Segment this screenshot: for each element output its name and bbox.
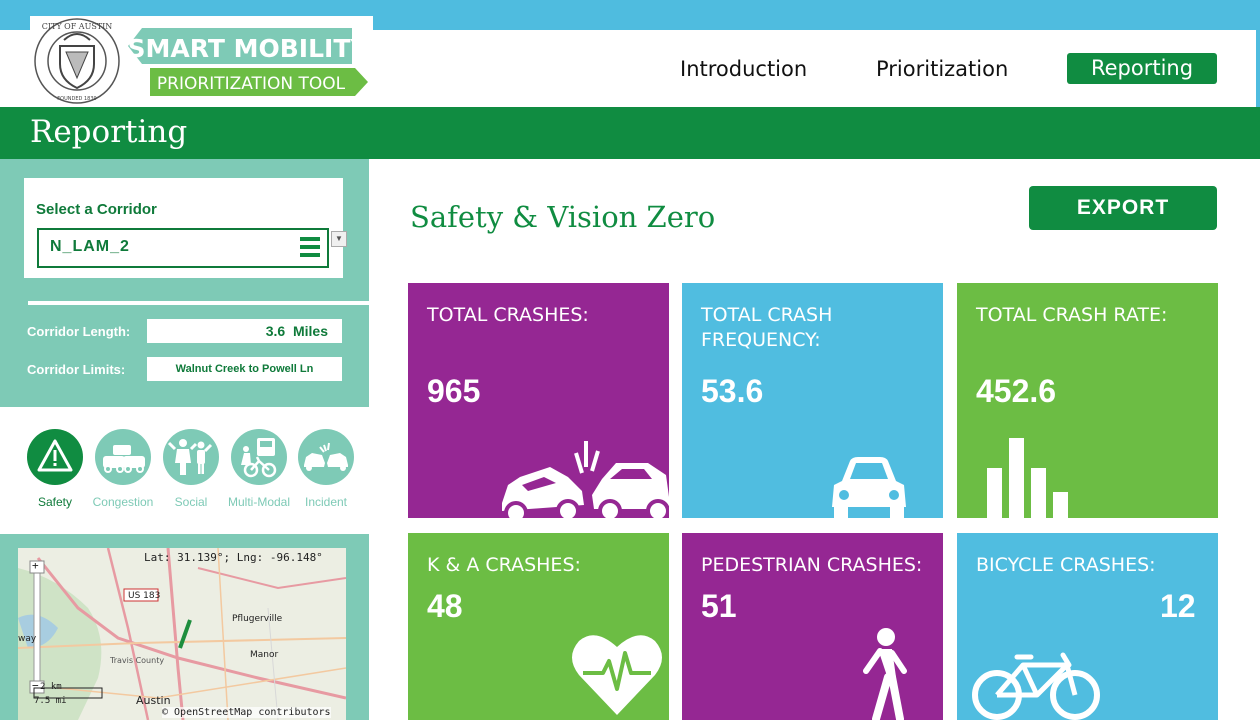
city-seal-icon: CITY OF AUSTIN FOUNDED 1839 SMART MOBILI… <box>34 18 370 104</box>
category-congestion-button[interactable] <box>95 429 151 485</box>
category-social-button[interactable] <box>163 429 219 485</box>
category-incident-button[interactable] <box>298 429 354 485</box>
page-title: Reporting <box>30 114 188 150</box>
bicycle-icon <box>972 652 1100 720</box>
car-icon <box>832 457 906 518</box>
svg-text:PRIORITIZATION TOOL: PRIORITIZATION TOOL <box>157 74 346 94</box>
tile-title: TOTAL CRASH RATE: <box>976 304 1168 326</box>
tile-title: TOTAL CRASH FREQUENCY: <box>701 304 833 351</box>
svg-text:SMART MOBILITY: SMART MOBILITY <box>128 34 370 63</box>
svg-text:CITY OF AUSTIN: CITY OF AUSTIN <box>42 22 113 31</box>
corridor-length-number: 3.6 <box>265 323 286 339</box>
category-incident-label: Incident <box>304 495 348 509</box>
corridor-limits-label: Corridor Limits: <box>27 362 126 377</box>
corridor-limits-value: Walnut Creek to Powell Ln <box>147 357 342 381</box>
tile-title: BICYCLE CRASHES: <box>976 554 1156 576</box>
tile-pedestrian-crashes: PEDESTRIAN CRASHES: 51 <box>682 533 943 720</box>
map-scale-mi: 7.5 mi <box>34 696 67 706</box>
tile-value: 53.6 <box>701 373 764 409</box>
tile-total-crash-frequency: TOTAL CRASH FREQUENCY: 53.6 <box>682 283 943 518</box>
tile-value: 965 <box>427 373 481 409</box>
people-icon <box>167 439 213 475</box>
tile-value: 48 <box>427 588 463 624</box>
traffic-cars-icon <box>103 445 145 473</box>
map-label-manor: Manor <box>250 650 279 660</box>
app-logo[interactable]: CITY OF AUSTIN FOUNDED 1839 SMART MOBILI… <box>30 16 373 107</box>
tile-title: TOTAL CRASHES: <box>427 304 589 326</box>
corridor-select-value: N_LAM_2 <box>50 238 130 255</box>
corridor-select-label: Select a Corridor <box>36 201 157 218</box>
tile-value: 12 <box>1160 588 1196 624</box>
map-zoom-in-button[interactable]: + <box>32 559 39 572</box>
corridor-map[interactable]: Lat: 31.139°; Lng: -96.148° + − US 183 P… <box>18 548 346 720</box>
divider <box>28 301 369 305</box>
tile-total-crashes: TOTAL CRASHES: 965 <box>408 283 669 518</box>
heartbeat-icon <box>572 635 662 715</box>
corridor-length-label: Corridor Length: <box>27 324 131 339</box>
chevron-down-icon[interactable]: ▼ <box>331 231 347 247</box>
map-label-travis: Travis County <box>110 656 165 665</box>
warning-icon <box>37 439 73 472</box>
tile-bicycle-crashes: BICYCLE CRASHES: 12 <box>957 533 1218 720</box>
map-tiles <box>18 548 346 720</box>
map-coordinates: Lat: 31.139°; Lng: -96.148° <box>144 551 323 564</box>
section-title: Safety & Vision Zero <box>410 200 716 234</box>
corridor-length-unit: Miles <box>292 323 328 339</box>
map-attribution[interactable]: © OpenStreetMap contributors <box>162 707 331 718</box>
page-title-bar <box>0 107 1260 159</box>
nav-introduction[interactable]: Introduction <box>680 57 807 81</box>
tile-ka-crashes: K & A CRASHES: 48 <box>408 533 669 720</box>
category-multimodal-button[interactable] <box>231 429 287 485</box>
tile-title: K & A CRASHES: <box>427 554 581 576</box>
tile-value: 452.6 <box>976 373 1057 409</box>
map-label-way: way <box>18 634 37 644</box>
car-crash-icon <box>502 441 669 518</box>
pedestrian-icon <box>863 628 907 720</box>
tile-total-crash-rate: TOTAL CRASH RATE: 452.6 <box>957 283 1218 518</box>
map-label-austin: Austin <box>136 694 171 707</box>
export-button[interactable]: EXPORT <box>1029 186 1217 230</box>
nav-reporting[interactable]: Reporting <box>1067 53 1217 84</box>
bus-bike-icon <box>241 438 277 478</box>
svg-text:FOUNDED 1839: FOUNDED 1839 <box>57 96 96 102</box>
category-safety-button[interactable] <box>27 429 83 485</box>
map-label-pflugerville: Pflugerville <box>232 614 283 624</box>
bar-chart-icon <box>987 438 1068 518</box>
car-crash-icon <box>304 442 348 471</box>
map-zoom-out-button[interactable]: − <box>32 679 39 692</box>
map-scale-km: 2 km <box>40 682 62 692</box>
right-accent-stripe <box>1256 30 1260 108</box>
nav-prioritization[interactable]: Prioritization <box>876 57 1008 81</box>
corridor-length-value: 3.6 Miles <box>147 319 342 343</box>
tile-value: 51 <box>701 588 737 624</box>
menu-icon[interactable] <box>300 237 322 259</box>
tile-title: PEDESTRIAN CRASHES: <box>701 554 923 576</box>
map-label-highway: US 183 <box>128 591 161 601</box>
